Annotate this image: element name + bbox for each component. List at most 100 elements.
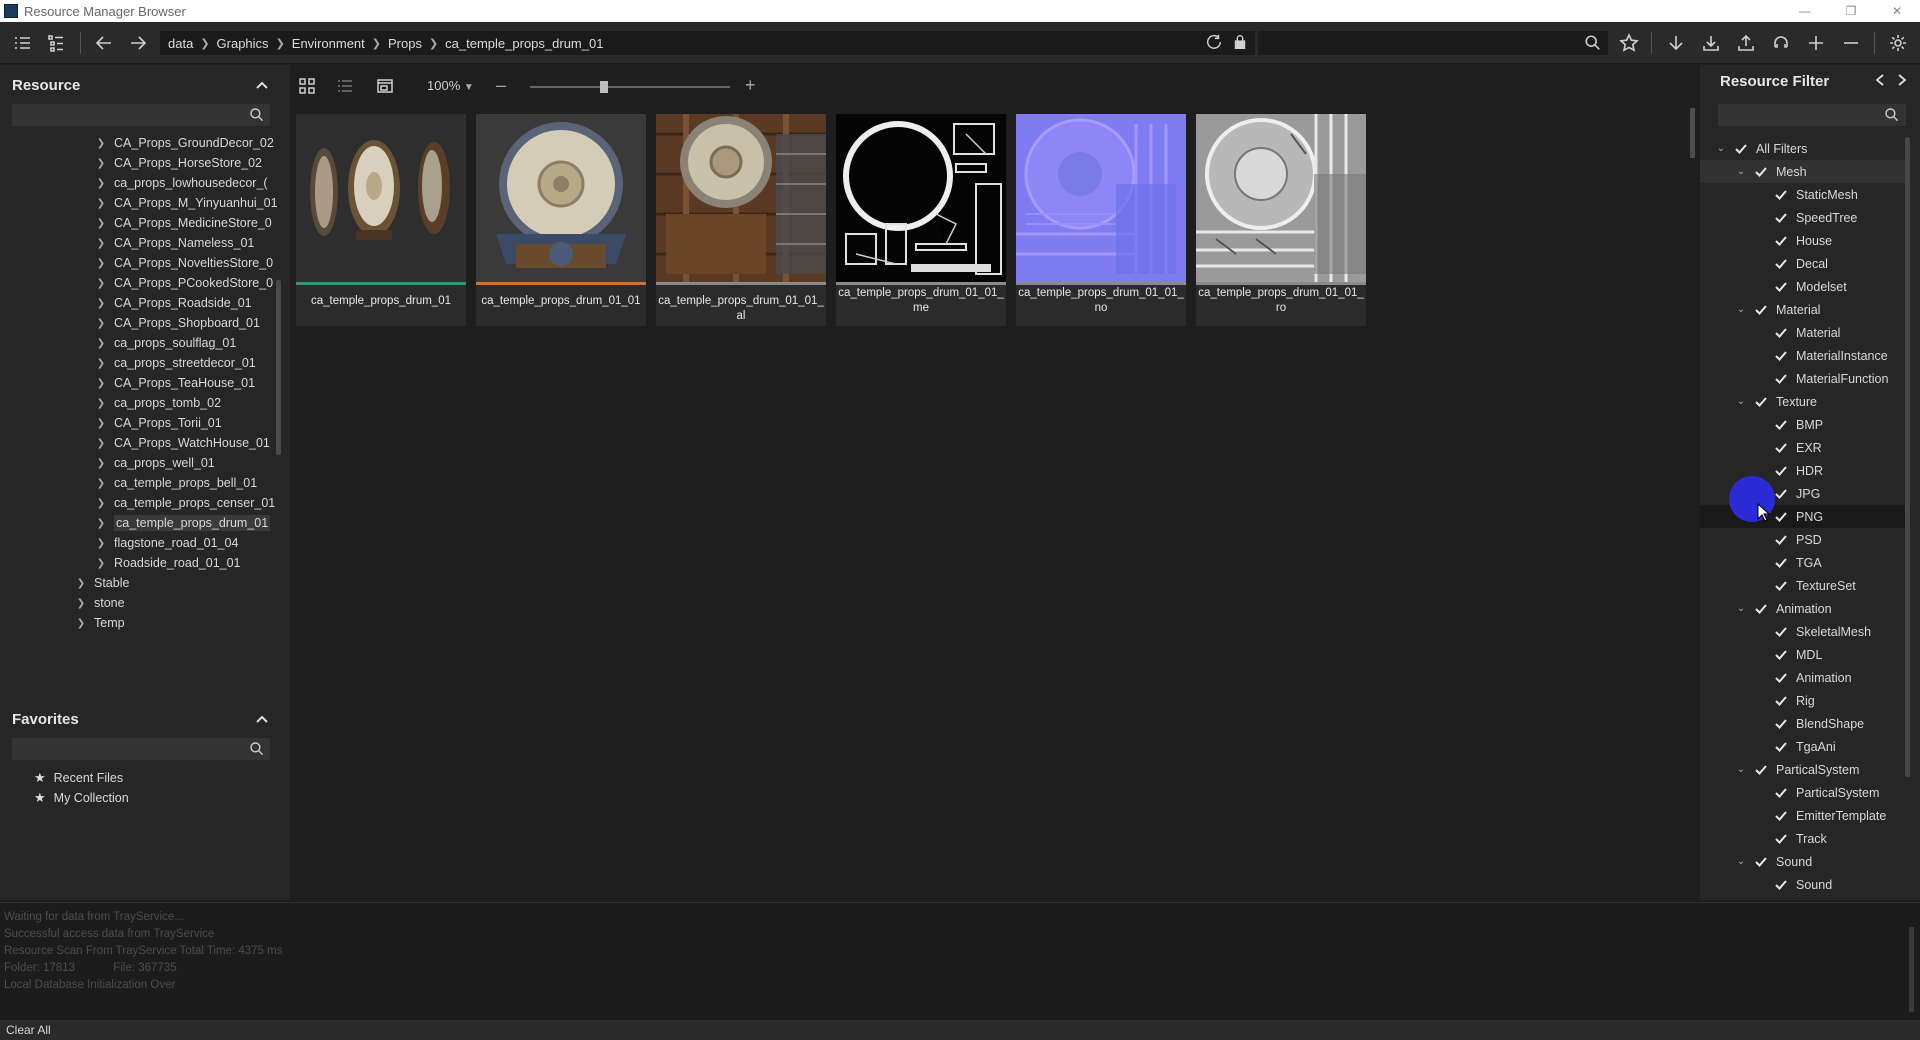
chevron-right-icon[interactable]: ❯ xyxy=(94,198,108,209)
checkbox-checked-icon[interactable] xyxy=(1774,786,1788,800)
refresh-icon[interactable] xyxy=(1205,33,1223,54)
asset-tile-ca-temple-props-drum-01-01-me[interactable]: ca_temple_props_drum_01_01_me xyxy=(836,114,1006,326)
favorites-search-input[interactable] xyxy=(12,738,270,760)
zoom-out-icon[interactable]: – xyxy=(496,75,506,96)
chevron-up-icon[interactable] xyxy=(254,711,270,727)
tree-item-ca-props-nameless-01[interactable]: ❯ CA_Props_Nameless_01 xyxy=(0,233,280,253)
zoom-slider-track[interactable] xyxy=(530,86,730,88)
favorites-item-recent-files[interactable]: ★ Recent Files xyxy=(0,768,280,788)
lock-icon[interactable] xyxy=(1231,33,1249,54)
breadcrumb-item-graphics[interactable]: Graphics xyxy=(217,36,269,51)
filter-item-skeletalmesh[interactable]: SkeletalMesh xyxy=(1700,620,1908,643)
filter-item-animation[interactable]: ⌄ Animation xyxy=(1700,597,1908,620)
asset-tile-ca-temple-props-drum-01-01-no[interactable]: ca_temple_props_drum_01_01_no xyxy=(1016,114,1186,326)
checkbox-checked-icon[interactable] xyxy=(1774,464,1788,478)
chevron-down-icon[interactable]: ⌄ xyxy=(1734,166,1748,177)
tree-item-ca-props-horsestore-02[interactable]: ❯ CA_Props_HorseStore_02 xyxy=(0,153,280,173)
import-icon[interactable] xyxy=(1697,29,1725,57)
checkbox-checked-icon[interactable] xyxy=(1774,648,1788,662)
close-icon[interactable]: ✕ xyxy=(1874,0,1920,22)
chevron-right-icon[interactable] xyxy=(1896,73,1908,91)
filter-item-bmp[interactable]: BMP xyxy=(1700,413,1908,436)
chevron-down-icon[interactable]: ⌄ xyxy=(1734,764,1748,775)
tree-item-stable[interactable]: ❯ Stable xyxy=(0,573,280,593)
checkbox-checked-icon[interactable] xyxy=(1774,809,1788,823)
chevron-right-icon[interactable]: ❯ xyxy=(94,178,108,189)
download-arrow-icon[interactable] xyxy=(1662,29,1690,57)
asset-tile-ca-temple-props-drum-01-01-ro[interactable]: ca_temple_props_drum_01_01_ro xyxy=(1196,114,1366,326)
filter-item-track[interactable]: Track xyxy=(1700,827,1908,850)
chevron-right-icon[interactable]: ❯ xyxy=(94,258,108,269)
checkbox-checked-icon[interactable] xyxy=(1754,763,1768,777)
checkbox-checked-icon[interactable] xyxy=(1774,326,1788,340)
favorites-item-my-collection[interactable]: ★ My Collection xyxy=(0,788,280,808)
chevron-right-icon[interactable]: ❯ xyxy=(74,618,88,629)
checkbox-checked-icon[interactable] xyxy=(1774,832,1788,846)
chevron-right-icon[interactable]: ❯ xyxy=(94,418,108,429)
add-icon[interactable] xyxy=(1802,29,1830,57)
tree-item-ca-props-tomb-02[interactable]: ❯ ca_props_tomb_02 xyxy=(0,393,280,413)
checkbox-checked-icon[interactable] xyxy=(1774,533,1788,547)
chevron-left-icon[interactable] xyxy=(1874,73,1886,91)
menu-list-icon[interactable] xyxy=(8,29,36,57)
filter-item-mdl[interactable]: MDL xyxy=(1700,643,1908,666)
search-icon[interactable] xyxy=(249,107,265,123)
filter-item-psd[interactable]: PSD xyxy=(1700,528,1908,551)
checkbox-checked-icon[interactable] xyxy=(1774,740,1788,754)
chevron-down-icon[interactable]: ⌄ xyxy=(1734,603,1748,614)
filter-item-particalsystem[interactable]: ParticalSystem xyxy=(1700,781,1908,804)
checkbox-checked-icon[interactable] xyxy=(1754,855,1768,869)
tree-item-ca-props-m-yinyuanhui-01[interactable]: ❯ CA_Props_M_Yinyuanhui_01 xyxy=(0,193,280,213)
zoom-in-icon[interactable]: + xyxy=(745,75,756,96)
filter-item-sound[interactable]: Sound xyxy=(1700,873,1908,896)
chevron-right-icon[interactable]: ❯ xyxy=(94,558,108,569)
checkbox-checked-icon[interactable] xyxy=(1774,694,1788,708)
back-arrow-icon[interactable] xyxy=(90,29,118,57)
checkbox-checked-icon[interactable] xyxy=(1774,372,1788,386)
chevron-down-icon[interactable]: ⌄ xyxy=(1734,856,1748,867)
checkbox-checked-icon[interactable] xyxy=(1774,556,1788,570)
checkbox-checked-icon[interactable] xyxy=(1774,487,1788,501)
chevron-down-icon[interactable]: ⌄ xyxy=(1714,143,1728,154)
checkbox-checked-icon[interactable] xyxy=(1774,671,1788,685)
tree-item-flagstone-road-01-04[interactable]: ❯ flagstone_road_01_04 xyxy=(0,533,280,553)
tree-item-ca-temple-props-censer-01[interactable]: ❯ ca_temple_props_censer_01 xyxy=(0,493,280,513)
chevron-up-icon[interactable] xyxy=(254,77,270,93)
chevron-right-icon[interactable]: ❯ xyxy=(94,538,108,549)
resource-tree-scrollbar[interactable] xyxy=(276,280,281,455)
chevron-right-icon[interactable]: ❯ xyxy=(94,218,108,229)
resource-search-input[interactable] xyxy=(12,104,270,126)
tree-item-ca-props-pcookedstore-0[interactable]: ❯ CA_Props_PCookedStore_0 xyxy=(0,273,280,293)
chevron-right-icon[interactable]: ❯ xyxy=(94,318,108,329)
settings-gear-icon[interactable] xyxy=(1884,29,1912,57)
checkbox-checked-icon[interactable] xyxy=(1774,188,1788,202)
filter-item-tga[interactable]: TGA xyxy=(1700,551,1908,574)
filter-item-house[interactable]: House xyxy=(1700,229,1908,252)
filter-search-input[interactable] xyxy=(1718,104,1906,126)
filter-item-materialinstance[interactable]: MaterialInstance xyxy=(1700,344,1908,367)
search-icon[interactable] xyxy=(249,741,265,757)
tree-item-ca-props-grounddecor-02[interactable]: ❯ CA_Props_GroundDecor_02 xyxy=(0,133,280,153)
checkbox-checked-icon[interactable] xyxy=(1774,418,1788,432)
filter-item-speedtree[interactable]: SpeedTree xyxy=(1700,206,1908,229)
filter-item-decal[interactable]: Decal xyxy=(1700,252,1908,275)
tree-item-roadside-road-01-01[interactable]: ❯ Roadside_road_01_01 xyxy=(0,553,280,573)
chevron-right-icon[interactable]: ❯ xyxy=(74,578,88,589)
filter-item-tgaani[interactable]: TgaAni xyxy=(1700,735,1908,758)
zoom-dropdown[interactable]: 100% ▼ xyxy=(427,78,474,93)
grid-view-icon[interactable] xyxy=(298,77,316,95)
tree-item-ca-props-medicinestore-0[interactable]: ❯ CA_Props_MedicineStore_0 xyxy=(0,213,280,233)
checkbox-checked-icon[interactable] xyxy=(1754,395,1768,409)
tree-item-temp[interactable]: ❯ Temp xyxy=(0,613,280,633)
chevron-right-icon[interactable]: ❯ xyxy=(94,158,108,169)
chevron-right-icon[interactable]: ❯ xyxy=(94,358,108,369)
chevron-right-icon[interactable]: ❯ xyxy=(94,378,108,389)
checkbox-checked-icon[interactable] xyxy=(1774,234,1788,248)
global-search-input[interactable] xyxy=(1258,31,1608,55)
tree-item-ca-props-well-01[interactable]: ❯ ca_props_well_01 xyxy=(0,453,280,473)
filter-list-scrollbar[interactable] xyxy=(1905,137,1910,777)
list-view-icon[interactable] xyxy=(336,77,354,95)
tree-item-ca-props-soulflag-01[interactable]: ❯ ca_props_soulflag_01 xyxy=(0,333,280,353)
search-icon[interactable] xyxy=(1584,34,1602,52)
checkbox-checked-icon[interactable] xyxy=(1774,878,1788,892)
